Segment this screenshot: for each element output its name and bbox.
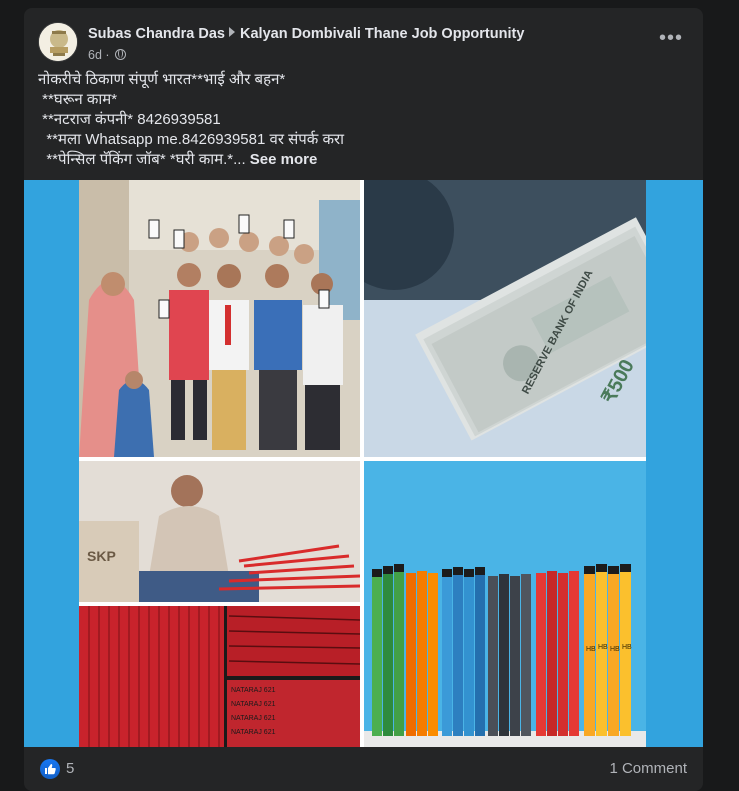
post-text-line-last: **पेन्सिल पॅकिंग जॉब* *घरी काम.*... See … [38,150,689,170]
pencil-grade-label: HB [610,646,620,653]
pencil-label: NATARAJ 621 [231,687,276,694]
see-more-link[interactable]: See more [250,151,318,168]
banknotes-photo: RESERVE BANK OF INDIA ₹500 [364,180,646,457]
more-options-icon: ••• [658,27,683,49]
post-text-line: नोकरीचे ठिकाण संपूर्ण भारत**भाई और बहन* [38,71,286,88]
post-text: नोकरीचे ठिकाण संपूर्ण भारत**भाई और बहन* … [38,70,689,170]
post-text-line: **पेन्सिल पॅकिंग जॉब* *घरी काम.*... [38,151,246,168]
post-title: Subas Chandra Das Kalyan Dombivali Thane … [88,26,524,42]
group-photo [79,180,360,457]
post-header: Subas Chandra Das Kalyan Dombivali Thane … [38,20,689,68]
post-time[interactable]: 6d [88,48,102,62]
caret-right-icon [229,27,235,37]
globe-icon [115,49,127,60]
post-media[interactable]: RESERVE BANK OF INDIA ₹500 SKP NATARAJ 6… [24,180,703,747]
author-avatar[interactable] [38,22,78,62]
post-footer: 5 1 Comment [24,747,703,791]
post-text-line: **नटराज कंपनी* 8426939581 [38,111,221,128]
post-text-line: **घरून काम* [38,91,118,108]
pencil-label: NATARAJ 621 [231,701,276,708]
more-options-button[interactable]: ••• [653,27,689,54]
colored-pencils-photo: HB HB HB HB [364,461,646,747]
post-meta: 6d · [88,48,127,62]
box-label: SKP [87,548,116,564]
pencil-bundles-photo: NATARAJ 621 NATARAJ 621 NATARAJ 621 NATA… [79,606,360,747]
meta-dot: · [105,48,110,62]
pencil-grade-label: HB [586,646,596,653]
group-name[interactable]: Kalyan Dombivali Thane Job Opportunity [240,26,524,42]
author-name[interactable]: Subas Chandra Das [88,26,225,42]
like-icon[interactable] [40,759,60,779]
post-card: Subas Chandra Das Kalyan Dombivali Thane … [24,8,703,791]
post-text-line: **मला Whatsapp me.8426939581 वर संपर्क क… [38,131,345,148]
pencil-label: NATARAJ 621 [231,729,276,736]
pencil-label: NATARAJ 621 [231,715,276,722]
pencil-grade-label: HB [622,644,632,651]
photo-collage[interactable]: RESERVE BANK OF INDIA ₹500 SKP NATARAJ 6… [79,180,646,747]
worker-photo: SKP [79,461,360,602]
pencil-grade-label: HB [598,644,608,651]
reaction-count[interactable]: 5 [66,760,74,777]
comment-count-link[interactable]: 1 Comment [609,760,687,777]
